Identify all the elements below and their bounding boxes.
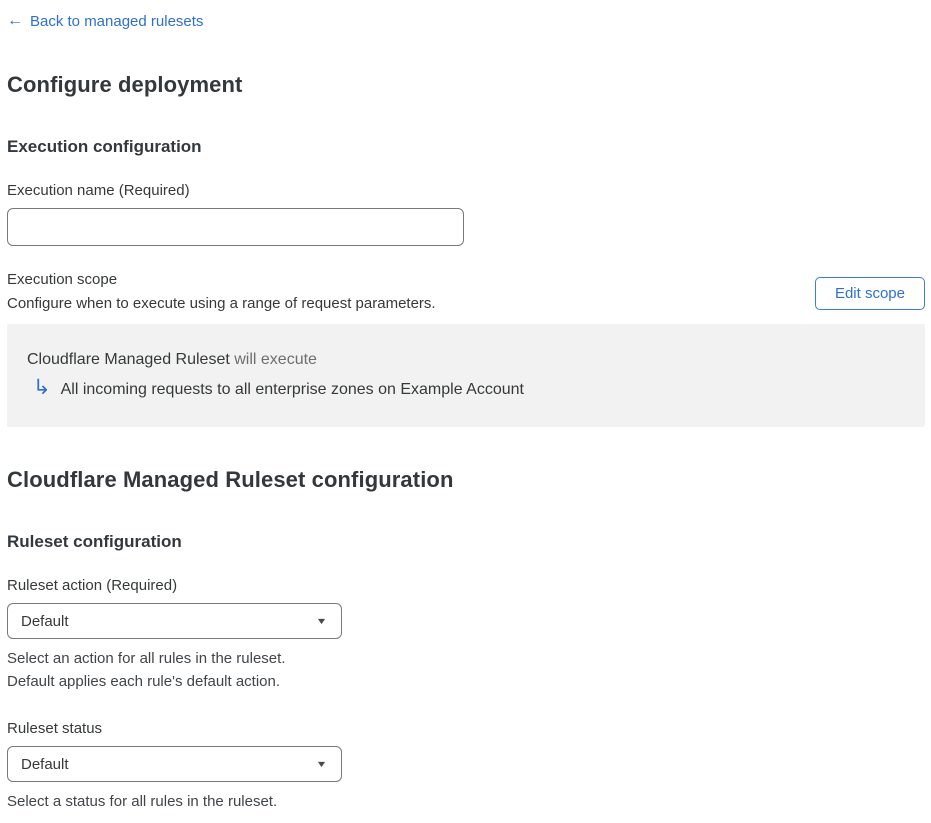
ruleset-status-label: Ruleset status [7, 720, 103, 737]
chevron-down-icon: ▼ [315, 759, 328, 769]
summary-will-execute: will execute [229, 351, 317, 368]
ruleset-status-helper: Select a status for all rules in the rul… [7, 790, 925, 813]
back-arrow-icon: ← [7, 12, 23, 29]
summary-ruleset-name: Cloudflare Managed Ruleset [27, 351, 230, 368]
ruleset-status-helper-line1: Select a status for all rules in the rul… [7, 793, 278, 810]
ruleset-action-helper: Select an action for all rules in the ru… [7, 647, 925, 693]
back-link-label: Back to managed rulesets [30, 12, 204, 30]
execution-scope-description: Configure when to execute using a range … [7, 295, 436, 312]
ruleset-configuration-heading: Ruleset configuration [7, 532, 182, 551]
configure-deployment-page: ← Back to managed rulesets Configure dep… [0, 0, 931, 823]
edit-scope-button[interactable]: Edit scope [814, 277, 925, 310]
ruleset-action-value: Default [21, 612, 69, 630]
summary-scope-value: All incoming requests to all enterprise … [60, 380, 524, 398]
ruleset-configuration-section-title: Cloudflare Managed Ruleset configuration [7, 467, 454, 492]
execution-name-label: Execution name (Required) [7, 182, 190, 199]
summary-headline: Cloudflare Managed Ruleset will execute [27, 351, 905, 369]
execution-name-input[interactable] [7, 208, 464, 246]
page-title: Configure deployment [7, 72, 243, 97]
back-to-managed-rulesets-link[interactable]: ← Back to managed rulesets [7, 13, 203, 30]
chevron-down-icon: ▼ [315, 616, 328, 626]
summary-scope-line: ↳ All incoming requests to all enterpris… [27, 376, 905, 400]
execution-configuration-heading: Execution configuration [7, 137, 202, 156]
ruleset-status-select[interactable]: Default ▼ [7, 746, 342, 782]
elbow-arrow-icon: ↳ [33, 376, 51, 399]
ruleset-action-label: Ruleset action (Required) [7, 577, 178, 594]
execution-scope-text: Execution scope Configure when to execut… [7, 271, 436, 312]
ruleset-action-select[interactable]: Default ▼ [7, 603, 342, 639]
execution-scope-label: Execution scope [7, 271, 118, 288]
ruleset-status-value: Default [21, 755, 69, 773]
ruleset-action-helper-line2: Default applies each rule's default acti… [7, 673, 281, 690]
execution-scope-row: Execution scope Configure when to execut… [7, 271, 925, 312]
execution-scope-summary: Cloudflare Managed Ruleset will execute … [7, 324, 925, 427]
ruleset-action-helper-line1: Select an action for all rules in the ru… [7, 650, 286, 667]
